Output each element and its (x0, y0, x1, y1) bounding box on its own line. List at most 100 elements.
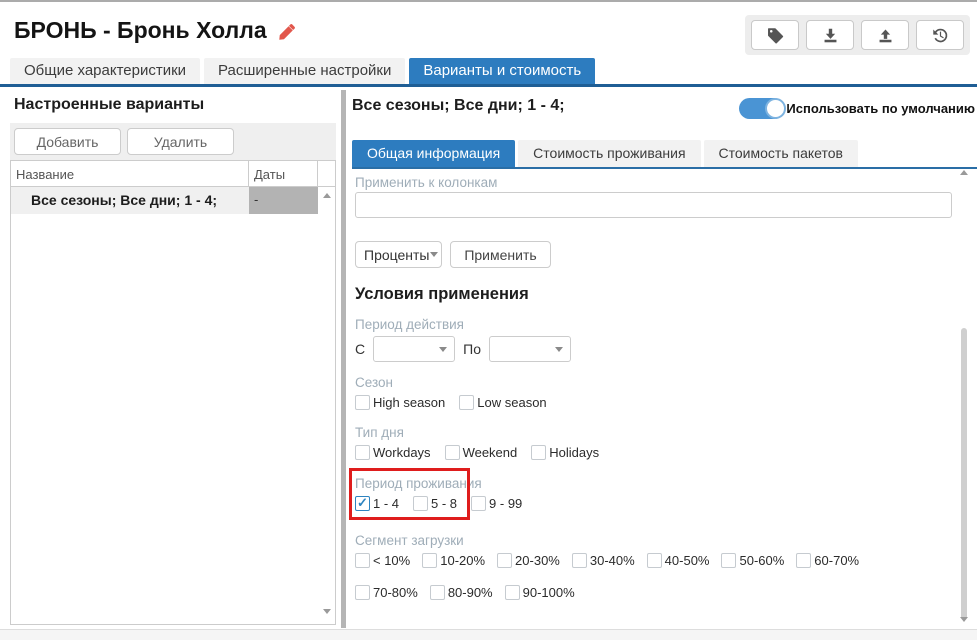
checkbox-icon (413, 496, 429, 511)
chevron-down-icon (439, 346, 448, 352)
checkbox-workdays[interactable]: Workdays (355, 445, 431, 460)
checkbox-label: 90-100% (522, 585, 575, 600)
load-segment-row-2: 70-80% 80-90% 90-100% (355, 585, 952, 600)
delete-button[interactable]: Удалить (127, 128, 234, 155)
checkbox-label: 40-50% (664, 553, 710, 568)
day-type-label: Тип дня (355, 425, 404, 440)
variant-dates-cell[interactable]: - (249, 187, 318, 214)
right-scrollbar[interactable] (960, 170, 968, 622)
configured-variants-panel: Настроенные варианты Добавить Удалить На… (0, 90, 336, 628)
scrollbar-down[interactable] (960, 617, 968, 622)
top-border-line (0, 0, 977, 2)
triangle-down-icon (960, 617, 968, 622)
subtab-package-cost[interactable]: Стоимость пакетов (703, 140, 858, 167)
season-options: High season Low season (355, 395, 952, 410)
checkbox-label: 60-70% (814, 553, 860, 568)
scrollbar-up[interactable] (960, 170, 968, 175)
upload-button[interactable] (861, 20, 909, 50)
stay-period-options: 1 - 4 5 - 8 9 - 99 (355, 495, 522, 511)
checkbox-10-20[interactable]: 10-20% (422, 553, 485, 568)
to-label: По (463, 341, 481, 357)
checkbox-90-100[interactable]: 90-100% (504, 585, 575, 600)
page-title: БРОНЬ - Бронь Холла (14, 17, 296, 44)
chevron-down-icon (554, 346, 563, 352)
checkbox-5-8[interactable]: 5 - 8 (413, 496, 457, 511)
checkbox-checked-icon (355, 495, 370, 511)
pencil-icon[interactable] (277, 23, 296, 42)
date-from-combobox[interactable] (373, 336, 456, 362)
checkbox-icon (444, 445, 460, 460)
checkbox-9-99[interactable]: 9 - 99 (471, 496, 522, 511)
from-label: С (355, 341, 366, 357)
history-button[interactable] (916, 20, 964, 50)
checkbox-80-90[interactable]: 80-90% (429, 585, 493, 600)
table-row[interactable]: Все сезоны; Все дни; 1 - 4; - (11, 187, 335, 214)
chevron-down-icon (429, 252, 438, 257)
checkbox-icon (422, 553, 438, 568)
checkbox-icon (355, 553, 370, 568)
left-panel-heading: Настроенные варианты (14, 96, 205, 113)
sub-tab-bar: Общая информация Стоимость проживания Ст… (352, 140, 977, 169)
tab-advanced-settings[interactable]: Расширенные настройки (204, 58, 406, 84)
season-group: Сезон High season Low season (355, 374, 952, 410)
checkbox-label: 10-20% (440, 553, 486, 568)
download-icon (824, 28, 836, 42)
use-by-default-toggle[interactable] (739, 98, 787, 119)
subtab-accommodation-cost[interactable]: Стоимость проживания (518, 140, 701, 167)
checkbox-label: Weekend (462, 445, 518, 460)
checkbox-20-30[interactable]: 20-30% (497, 553, 560, 568)
toggle-label: Использовать по умолчанию (786, 101, 975, 116)
variant-name-cell[interactable]: Все сезоны; Все дни; 1 - 4; (11, 187, 249, 214)
checkbox-icon (796, 553, 812, 568)
checkbox-icon (531, 445, 547, 460)
checkbox-label: High season (373, 395, 446, 410)
left-panel-toolbar: Добавить Удалить (10, 123, 336, 160)
checkbox-icon (429, 585, 445, 600)
checkbox-weekend[interactable]: Weekend (444, 445, 518, 460)
apply-button[interactable]: Применить (450, 241, 551, 268)
history-icon (932, 28, 947, 42)
tag-button[interactable] (751, 20, 799, 50)
checkbox-holidays[interactable]: Holidays (531, 445, 599, 460)
checkbox-40-50[interactable]: 40-50% (646, 553, 710, 568)
checkbox-icon (355, 445, 370, 460)
checkbox-label: Holidays (549, 445, 600, 460)
checkbox-50-60[interactable]: 50-60% (721, 553, 784, 568)
validity-period-group: Период действия С По (355, 316, 952, 362)
load-segment-row-1: < 10% 10-20% 20-30% 30-40% 40-50% 50-60%… (355, 553, 952, 568)
checkbox-icon (459, 395, 475, 410)
tab-general-characteristics[interactable]: Общие характеристики (10, 58, 201, 84)
day-type-group: Тип дня Workdays Weekend Holidays (355, 424, 952, 460)
checkbox-icon (721, 553, 737, 568)
checkbox-60-70[interactable]: 60-70% (796, 553, 859, 568)
upload-icon (879, 29, 891, 42)
default-toggle-wrap: Использовать по умолчанию (739, 98, 975, 119)
checkbox-low-season[interactable]: Low season (459, 395, 547, 410)
season-label: Сезон (355, 375, 393, 390)
date-to-combobox[interactable] (488, 336, 571, 362)
variants-table-header: Название Даты (11, 161, 335, 187)
subtab-general-info[interactable]: Общая информация (352, 140, 516, 167)
column-header-dates: Даты (249, 161, 318, 186)
checkbox-label: < 10% (373, 553, 411, 568)
apply-to-columns-input[interactable] (355, 192, 952, 218)
checkbox-icon (497, 553, 513, 568)
triangle-up-icon (323, 193, 331, 198)
scrollbar-thumb[interactable] (961, 328, 967, 620)
checkbox-label: 20-30% (515, 553, 560, 568)
checkbox-label: Workdays (373, 445, 431, 460)
checkbox-30-40[interactable]: 30-40% (571, 553, 635, 568)
table-scrollbar-down[interactable] (323, 609, 331, 614)
add-button[interactable]: Добавить (14, 128, 121, 155)
checkbox-70-80[interactable]: 70-80% (355, 585, 418, 600)
checkbox-icon (504, 585, 520, 600)
checkbox-1-4[interactable]: 1 - 4 (355, 495, 399, 511)
tab-variants-and-cost[interactable]: Варианты и стоимость (409, 58, 596, 84)
panel-splitter[interactable] (341, 90, 346, 628)
table-scrollbar-up[interactable] (323, 193, 331, 198)
checkbox-high-season[interactable]: High season (355, 395, 445, 410)
checkbox-lt-10[interactable]: < 10% (355, 553, 410, 568)
mode-select[interactable]: Проценты (355, 241, 442, 268)
download-button[interactable] (806, 20, 854, 50)
checkbox-label: 9 - 99 (489, 496, 523, 511)
